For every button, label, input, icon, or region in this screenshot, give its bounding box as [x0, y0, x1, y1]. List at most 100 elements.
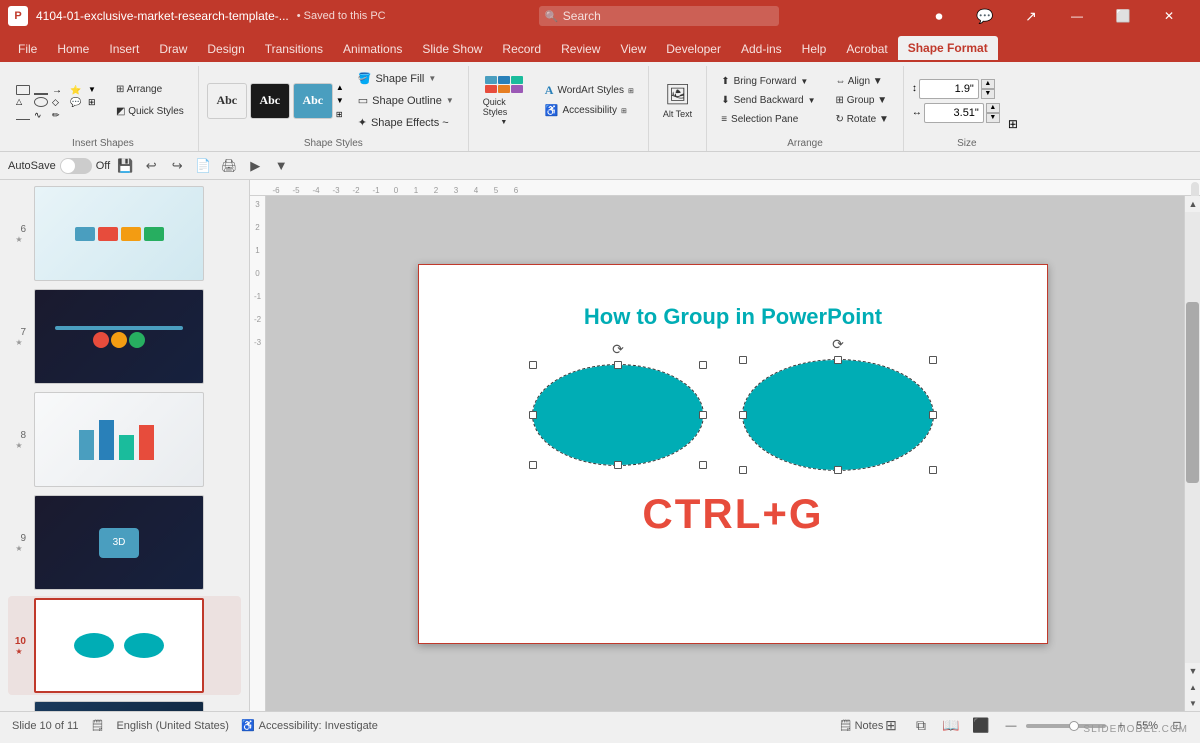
tab-design[interactable]: Design: [197, 36, 254, 62]
canvas-area[interactable]: How to Group in PowerPoint ⟳: [266, 196, 1200, 711]
comments-btn-title[interactable]: 💬: [962, 0, 1008, 32]
scroll-down2-btn[interactable]: ▼: [1185, 695, 1200, 711]
handle-ml-2[interactable]: [739, 411, 747, 419]
redo-btn[interactable]: ↪: [166, 155, 188, 177]
shape-style-1[interactable]: Abc: [207, 83, 247, 119]
save-btn[interactable]: 💾: [114, 155, 136, 177]
shape-fill-btn[interactable]: 🪣 Shape Fill ▼: [352, 69, 460, 89]
height-up[interactable]: ▲: [981, 79, 995, 89]
alt-text-btn[interactable]: 🖼 Alt Text: [657, 73, 698, 129]
shape-style-2[interactable]: Abc: [250, 83, 290, 119]
quick-styles-big-btn[interactable]: Quick Styles ▼: [477, 73, 531, 129]
slide-item-11[interactable]: 11 ★: [8, 699, 241, 711]
height-down[interactable]: ▼: [981, 89, 995, 99]
slide-thumb-8[interactable]: [34, 392, 204, 487]
handle-tm-2[interactable]: [834, 356, 842, 364]
scroll-up2-btn[interactable]: ▲: [1185, 679, 1200, 695]
height-input[interactable]: [919, 79, 979, 99]
slide-item-9[interactable]: 9 ★ 3D: [8, 493, 241, 592]
slide-thumb-10[interactable]: [34, 598, 204, 693]
shape-tri[interactable]: △: [16, 97, 30, 107]
shape-line2[interactable]: [16, 110, 30, 120]
width-down[interactable]: ▼: [986, 113, 1000, 123]
handle-ml-1[interactable]: [529, 411, 537, 419]
scroll-track[interactable]: [1185, 212, 1200, 663]
handle-tl-2[interactable]: [739, 356, 747, 364]
slide-item-6[interactable]: 6 ★: [8, 184, 241, 283]
handle-tr-2[interactable]: [929, 356, 937, 364]
rotate-btn[interactable]: ↻ Rotate ▼: [830, 111, 895, 129]
customize-qa[interactable]: ▼: [270, 155, 292, 177]
slide-thumb-9[interactable]: 3D: [34, 495, 204, 590]
shape-more[interactable]: ⊞: [88, 97, 104, 108]
shape-ellipse-2[interactable]: [743, 360, 933, 470]
align-btn[interactable]: ⇔ Align ▼: [830, 73, 895, 91]
shape-ellipse-1[interactable]: [533, 365, 703, 465]
slide-thumb-11[interactable]: [34, 701, 204, 711]
shapes-dropdown[interactable]: ▼: [88, 85, 102, 95]
minimize-btn[interactable]: —: [1054, 0, 1100, 32]
maximize-btn[interactable]: ⬜: [1100, 0, 1146, 32]
selection-pane-btn[interactable]: ≡ Selection Pane: [715, 111, 821, 129]
zoom-knob[interactable]: [1069, 721, 1079, 731]
bring-forward-btn[interactable]: ⬆ Bring Forward ▼: [715, 73, 821, 91]
undo-btn[interactable]: ↩: [140, 155, 162, 177]
handle-bl-2[interactable]: [739, 466, 747, 474]
shape-freeform[interactable]: ✏: [52, 110, 66, 120]
notes-btn[interactable]: 🗒 Notes: [850, 715, 872, 737]
handle-tl-1[interactable]: [529, 361, 537, 369]
send-backward-btn[interactable]: ⬇ Send Backward ▼: [715, 92, 821, 110]
styles-scroll-down[interactable]: ▼: [336, 96, 344, 105]
styles-expand[interactable]: ⊞: [336, 110, 344, 119]
tab-draw[interactable]: Draw: [149, 36, 197, 62]
accessibility-status[interactable]: ♿ Accessibility: Investigate: [241, 719, 378, 732]
share-btn[interactable]: ↗: [1008, 0, 1054, 32]
autosave-switch[interactable]: [60, 158, 92, 174]
tab-animations[interactable]: Animations: [333, 36, 412, 62]
handle-bl-1[interactable]: [529, 461, 537, 469]
slide-item-7[interactable]: 7 ★: [8, 287, 241, 386]
scroll-up-btn[interactable]: ▲: [1185, 196, 1200, 212]
handle-tm-1[interactable]: [614, 361, 622, 369]
tab-file[interactable]: File: [8, 36, 47, 62]
tab-slideshow[interactable]: Slide Show: [412, 36, 492, 62]
quick-styles-btn-small[interactable]: ◩ Quick Styles: [110, 102, 190, 122]
shape-arrow[interactable]: →: [52, 85, 66, 95]
shape-rect[interactable]: [16, 85, 30, 95]
present-from-start[interactable]: ⬛: [970, 715, 992, 737]
rotate-handle-2[interactable]: ⟳: [832, 336, 844, 353]
slide-sorter-btn[interactable]: ⧉: [910, 715, 932, 737]
width-input[interactable]: [924, 103, 984, 123]
tab-developer[interactable]: Developer: [656, 36, 731, 62]
slide-item-10[interactable]: 10 ★: [8, 596, 241, 695]
handle-mr-2[interactable]: [929, 411, 937, 419]
shape-line[interactable]: [34, 85, 48, 95]
handle-bm-1[interactable]: [614, 461, 622, 469]
shape-2-container[interactable]: ⟳: [743, 360, 933, 470]
tab-view[interactable]: View: [610, 36, 656, 62]
search-wrap[interactable]: 🔍 Search: [539, 6, 779, 26]
handle-tr-1[interactable]: [699, 361, 707, 369]
handle-mr-1[interactable]: [699, 411, 707, 419]
shape-1-container[interactable]: ⟳: [533, 365, 703, 465]
tab-addins[interactable]: Add-ins: [731, 36, 792, 62]
slide-thumb-7[interactable]: [34, 289, 204, 384]
slide-item-8[interactable]: 8 ★: [8, 390, 241, 489]
shape-diamond[interactable]: ◇: [52, 97, 66, 107]
styles-scroll-up[interactable]: ▲: [336, 83, 344, 92]
tab-transitions[interactable]: Transitions: [255, 36, 333, 62]
present-btn[interactable]: ▶: [244, 155, 266, 177]
shape-outline-btn[interactable]: ▭ Shape Outline ▼: [352, 91, 460, 111]
print-btn[interactable]: 🖨: [218, 155, 240, 177]
handle-br-1[interactable]: [699, 461, 707, 469]
tab-record[interactable]: Record: [492, 36, 551, 62]
tab-acrobat[interactable]: Acrobat: [836, 36, 897, 62]
close-btn[interactable]: ✕: [1146, 0, 1192, 32]
tab-insert[interactable]: Insert: [99, 36, 149, 62]
handle-bm-2[interactable]: [834, 466, 842, 474]
shape-effects-btn[interactable]: ✦ Shape Effects ~: [352, 113, 460, 133]
search-bar[interactable]: Search: [539, 6, 779, 26]
arrange-btn[interactable]: ⊞ Arrange: [110, 80, 190, 100]
shape-star[interactable]: ⭐: [70, 85, 84, 95]
size-expand-icon[interactable]: ⊞: [1004, 113, 1022, 135]
